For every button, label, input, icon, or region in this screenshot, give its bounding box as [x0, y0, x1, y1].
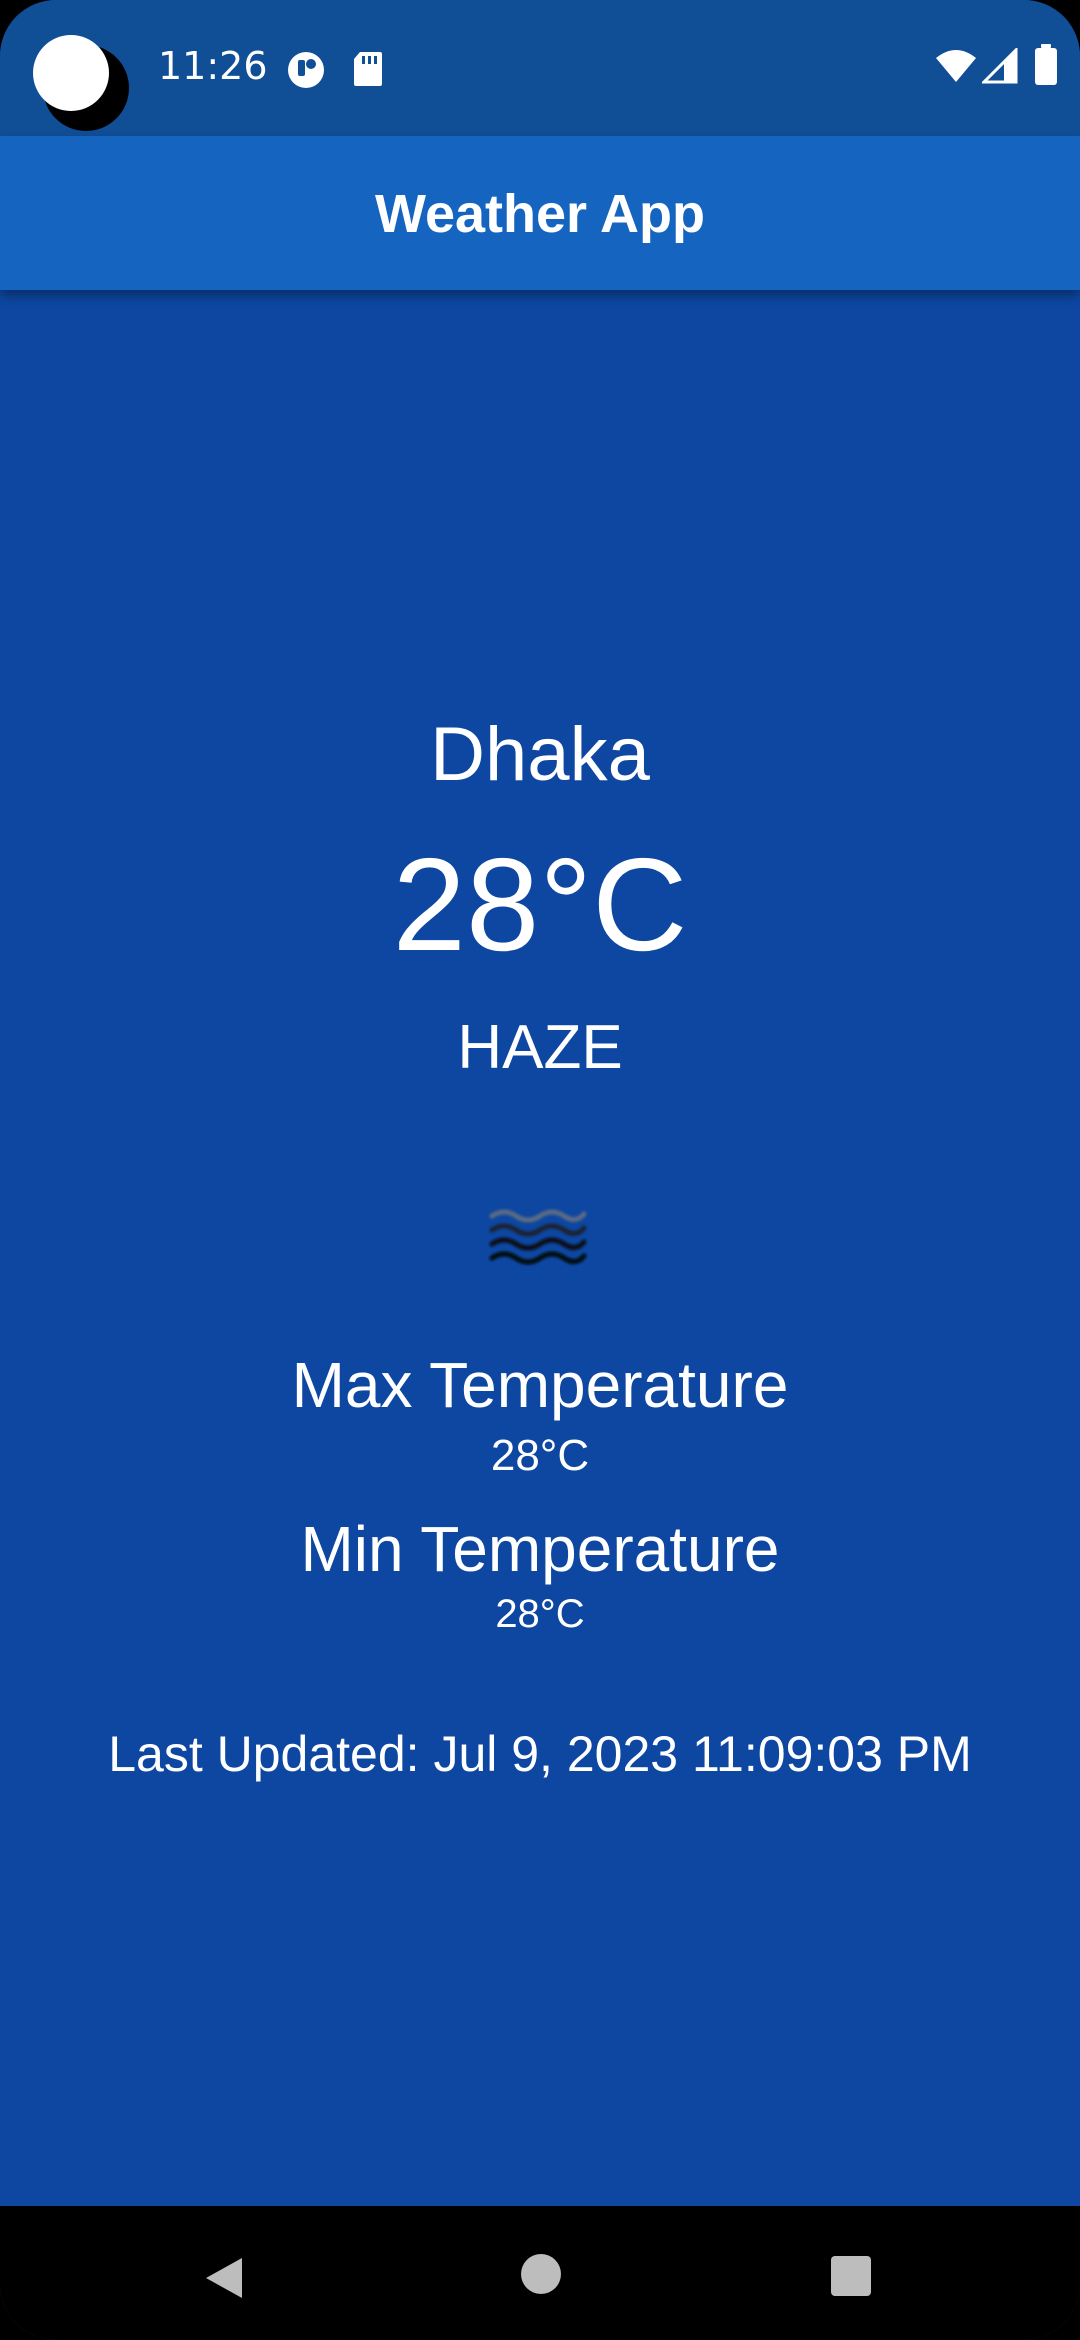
cellular-signal-icon — [982, 48, 1018, 84]
battery-icon — [1035, 44, 1057, 85]
wifi-icon — [936, 50, 976, 82]
navigation-bar — [0, 2206, 1080, 2340]
sd-card-icon — [354, 52, 382, 86]
weather-content: Dhaka 28°C HAZE Max Temperature 28°C Min… — [0, 290, 1080, 2206]
city-name: Dhaka — [430, 712, 650, 797]
app-bar: Weather App — [0, 136, 1080, 290]
min-temperature-label: Min Temperature — [300, 1513, 780, 1585]
home-icon[interactable] — [519, 2252, 563, 2296]
max-temperature-value: 28°C — [490, 1431, 590, 1480]
max-temperature-label: Max Temperature — [291, 1349, 789, 1421]
camera-cutout — [33, 35, 129, 131]
last-updated-text: Last Updated: Jul 9, 2023 11:09:03 PM — [108, 1726, 972, 1782]
min-temperature-value: 28°C — [495, 1592, 585, 1636]
status-time: 11:26 — [158, 44, 268, 88]
data-saver-icon — [288, 52, 324, 88]
current-temperature: 28°C — [392, 831, 688, 978]
phone-screen: 11:26 Weather App Dhaka 28°C HAZE Max Te… — [0, 0, 1080, 2340]
app-title: Weather App — [374, 184, 706, 244]
status-bar: 11:26 — [0, 0, 1080, 136]
recents-icon[interactable] — [829, 2254, 873, 2298]
weather-condition: HAZE — [457, 1013, 623, 1082]
back-icon[interactable] — [200, 2254, 248, 2302]
haze-icon — [488, 1202, 588, 1272]
